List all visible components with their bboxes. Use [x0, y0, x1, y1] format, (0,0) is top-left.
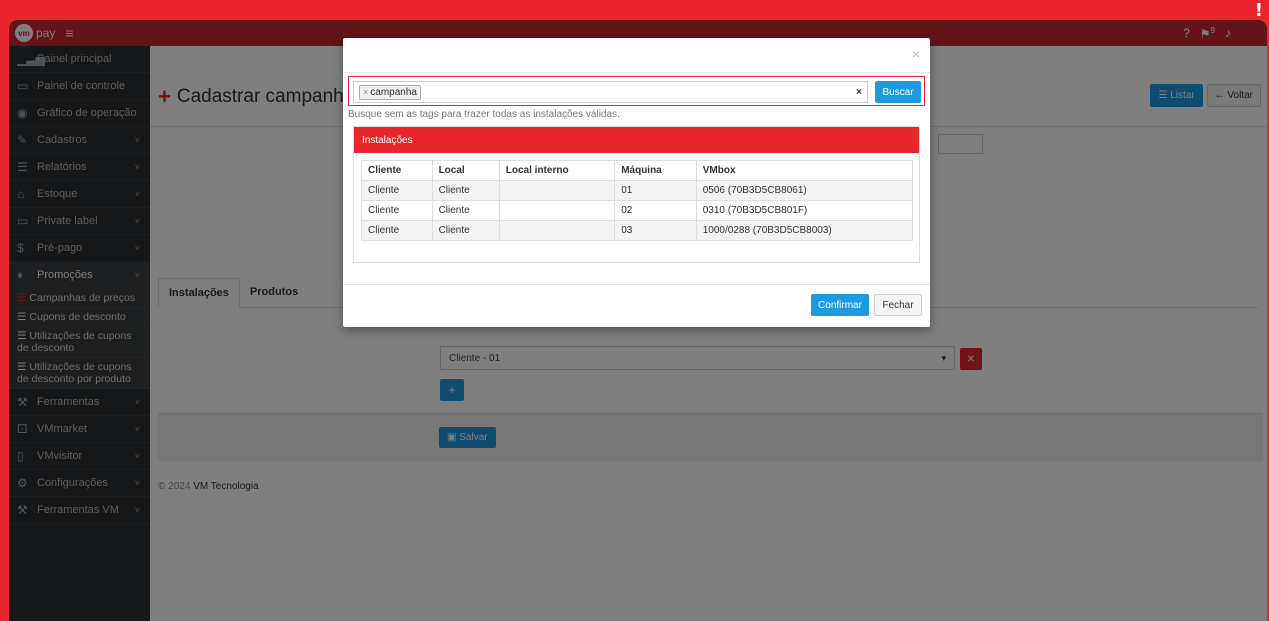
search-tag[interactable]: × campanha [359, 84, 421, 100]
column-header[interactable]: Local interno [498, 160, 616, 181]
tag-remove-icon[interactable]: × [363, 87, 368, 97]
table-cell: Cliente [431, 200, 500, 221]
table-row[interactable]: Cliente Cliente 03 1000/0288 (70B3D5CB8003) [361, 220, 914, 241]
table-cell: Cliente [431, 220, 500, 241]
table-row[interactable]: Cliente Cliente 01 0506 (70B3D5CB8061) [361, 180, 914, 201]
table-cell: 02 [614, 200, 697, 221]
column-header[interactable]: Local [431, 160, 500, 181]
search-modal: × × campanha × Buscar Busque sem as tags… [343, 38, 930, 327]
app-window: vm pay ≡ ? ⚑9 ♪ ▁▃▅Painel principal▭Pain… [9, 20, 1267, 621]
table-cell: Cliente [361, 200, 433, 221]
column-header[interactable]: VMbox [695, 160, 914, 181]
search-area: × campanha × Buscar [348, 76, 925, 106]
column-header[interactable]: Máquina [614, 160, 697, 181]
installations-panel: Instalações Cliente Local Local interno Máq… [353, 126, 920, 263]
table-cell: Cliente [431, 180, 500, 201]
table-cell [498, 200, 616, 221]
close-button[interactable]: Fechar [874, 294, 922, 316]
table-cell: 0310 (70B3D5CB801F) [695, 200, 914, 221]
panel-title: Instalações [354, 127, 919, 153]
column-header[interactable]: Cliente [361, 160, 433, 181]
confirm-button[interactable]: Confirmar [811, 294, 869, 316]
clear-search-icon[interactable]: × [856, 87, 862, 98]
table-cell: 03 [614, 220, 697, 241]
table-cell [498, 220, 616, 241]
table-cell: Cliente [361, 180, 433, 201]
close-icon[interactable]: × [912, 46, 920, 62]
installations-table: Cliente Local Local interno Máquina VMbox Cl… [361, 160, 914, 241]
search-hint: Busque sem as tags para trazer todas as … [348, 109, 620, 120]
table-cell: 0506 (70B3D5CB8061) [695, 180, 914, 201]
table-row[interactable]: Cliente Cliente 02 0310 (70B3D5CB801F) [361, 200, 914, 221]
table-cell [498, 180, 616, 201]
table-cell: 1000/0288 (70B3D5CB8003) [695, 220, 914, 241]
table-cell: 01 [614, 180, 697, 201]
table-cell: Cliente [361, 220, 433, 241]
search-button[interactable]: Buscar [875, 81, 921, 103]
tag-search-input[interactable]: × campanha × [353, 81, 868, 103]
